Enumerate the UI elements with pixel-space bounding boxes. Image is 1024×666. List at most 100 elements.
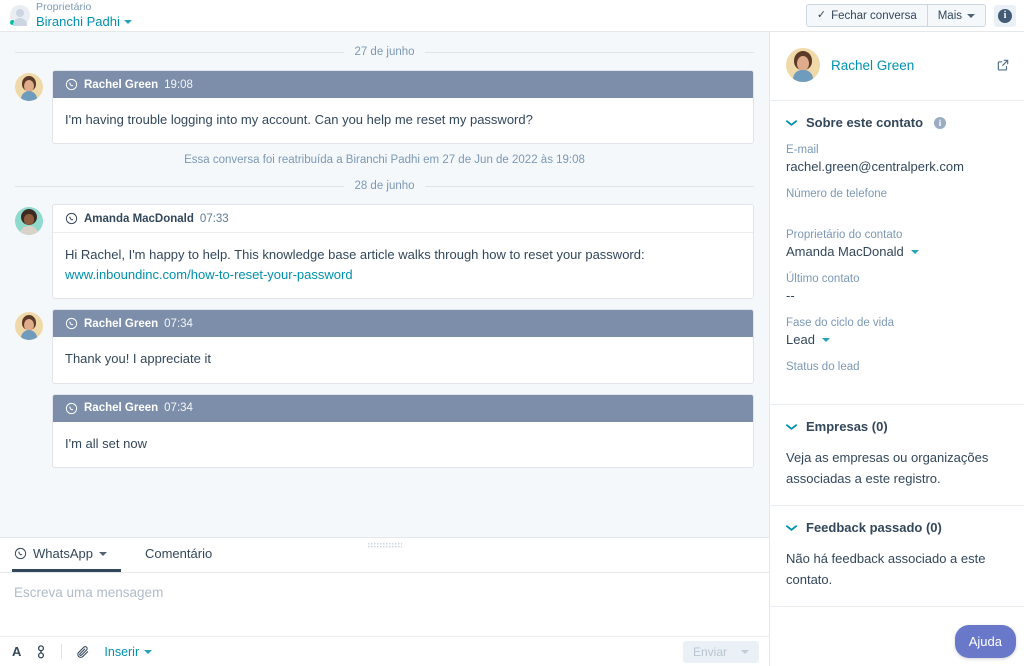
message-row: Rachel Green 07:34 I'm all set now: [15, 394, 754, 468]
message-body: Thank you! I appreciate it: [53, 337, 753, 382]
message-time: 07:34: [164, 402, 193, 414]
section-title-label: Empresas (0): [806, 419, 888, 434]
info-icon[interactable]: i: [934, 117, 946, 129]
field-contact-owner: Proprietário do contato Amanda MacDonald: [786, 229, 1008, 259]
whatsapp-icon: [65, 317, 78, 330]
avatar-spacer: [15, 397, 43, 425]
field-value[interactable]: [786, 203, 1008, 215]
message-row: Rachel Green 19:08 I'm having trouble lo…: [15, 70, 754, 144]
knowledge-base-link[interactable]: www.inboundinc.com/how-to-reset-your-pas…: [65, 267, 353, 282]
chevron-down-icon: [786, 524, 797, 532]
send-button[interactable]: Enviar: [683, 641, 759, 663]
font-format-icon[interactable]: A: [12, 644, 21, 659]
message-body: Hi Rachel, I'm happy to help. This knowl…: [53, 233, 753, 298]
field-lead-status: Status do lead: [786, 361, 1008, 388]
message-body: I'm having trouble logging into my accou…: [53, 98, 753, 143]
field-phone: Número de telefone: [786, 188, 1008, 215]
composer-toolbar: A: [0, 636, 769, 666]
whatsapp-icon: [65, 212, 78, 225]
section-description: Não há feedback associado a este contato…: [786, 548, 1008, 590]
main-body: 27 de junho Rachel Green 19:08: [0, 32, 1024, 666]
amanda-macdonald-avatar: [15, 207, 43, 235]
message-sender: Rachel Green: [84, 402, 158, 414]
owner-name-dropdown[interactable]: Biranchi Padhi: [36, 15, 132, 30]
owner-avatar: [10, 5, 30, 25]
message-time: 19:08: [164, 79, 193, 91]
field-label: Fase do ciclo de vida: [786, 317, 1008, 329]
owner-name-text: Biranchi Padhi: [36, 15, 120, 30]
message-input-placeholder: Escreva uma mensagem: [14, 585, 163, 600]
online-status-dot: [9, 19, 16, 26]
conversation-owner[interactable]: Proprietário Biranchi Padhi: [10, 0, 132, 31]
conversation-inbox: Proprietário Biranchi Padhi ✓ Fechar con…: [0, 0, 1024, 666]
section-empresas: Empresas (0) Veja as empresas ou organiz…: [770, 405, 1024, 506]
avatar: [786, 48, 820, 82]
more-actions-button[interactable]: Mais: [927, 5, 985, 26]
message-bubble: Rachel Green 07:34 I'm all set now: [52, 394, 754, 468]
help-button[interactable]: Ajuda: [955, 625, 1016, 658]
field-value[interactable]: Lead: [786, 332, 1008, 347]
message-time: 07:34: [164, 318, 193, 330]
section-header[interactable]: Sobre este contato i: [786, 115, 1008, 130]
message-thread[interactable]: 27 de junho Rachel Green 19:08: [0, 32, 769, 537]
system-note: Essa conversa foi reatribuída a Biranchi…: [15, 154, 754, 166]
chevron-down-icon: [741, 650, 749, 654]
rachel-green-avatar: [15, 312, 43, 340]
field-label: Status do lead: [786, 361, 1008, 373]
section-sobre-este-contato: Sobre este contato i E-mail rachel.green…: [770, 101, 1024, 405]
message-sender: Amanda MacDonald: [84, 213, 194, 225]
message-composer: WhatsApp Comentário Escreva uma mensagem…: [0, 537, 769, 666]
section-header[interactable]: Feedback passado (0): [786, 520, 1008, 535]
section-feedback-passado: Feedback passado (0) Não há feedback ass…: [770, 506, 1024, 607]
field-value[interactable]: rachel.green@centralperk.com: [786, 159, 1008, 174]
thread-column: 27 de junho Rachel Green 19:08: [0, 32, 770, 666]
message-header: Rachel Green 07:34: [53, 395, 753, 422]
check-icon: ✓: [817, 10, 826, 21]
contact-name-link[interactable]: Rachel Green: [831, 58, 985, 73]
message-row: Rachel Green 07:34 Thank you! I apprecia…: [15, 309, 754, 383]
field-value[interactable]: [786, 376, 1008, 388]
field-value[interactable]: --: [786, 288, 1008, 303]
field-lifecycle-stage: Fase do ciclo de vida Lead: [786, 317, 1008, 347]
message-bubble: Rachel Green 19:08 I'm having trouble lo…: [52, 70, 754, 144]
toolbar-divider: [61, 644, 62, 659]
knowledge-base-icon[interactable]: [35, 645, 47, 659]
section-header[interactable]: Empresas (0): [786, 419, 1008, 434]
resize-handle[interactable]: [368, 542, 402, 548]
chevron-down-icon: [967, 14, 975, 18]
close-conversation-label: Fechar conversa: [831, 10, 917, 22]
message-time: 07:33: [200, 213, 229, 225]
chevron-down-icon: [786, 423, 797, 431]
field-label: E-mail: [786, 144, 1008, 156]
day-separator-label: 27 de junho: [354, 46, 414, 58]
field-label: Último contato: [786, 273, 1008, 285]
field-last-contact: Último contato --: [786, 273, 1008, 303]
chevron-down-icon: [822, 338, 830, 342]
message-text: I'm all set now: [65, 436, 147, 451]
whatsapp-icon: [14, 547, 27, 560]
field-value[interactable]: Amanda MacDonald: [786, 244, 1008, 259]
tab-whatsapp-label: WhatsApp: [33, 546, 93, 561]
day-separator-label: 28 de junho: [354, 180, 414, 192]
insert-label: Inserir: [104, 645, 139, 659]
attachment-icon[interactable]: [76, 645, 90, 659]
open-record-icon[interactable]: [996, 58, 1010, 72]
top-header-actions: ✓ Fechar conversa Mais i: [806, 4, 1016, 27]
section-title-label: Feedback passado (0): [806, 520, 942, 535]
message-input[interactable]: Escreva uma mensagem: [0, 573, 769, 636]
insert-dropdown[interactable]: Inserir: [104, 645, 152, 659]
details-toggle-button[interactable]: i: [994, 5, 1016, 27]
chevron-down-icon: [99, 552, 107, 556]
message-text: Hi Rachel, I'm happy to help. This knowl…: [65, 247, 645, 262]
tab-comentario[interactable]: Comentário: [143, 538, 226, 572]
section-description: Veja as empresas ou organizações associa…: [786, 447, 1008, 489]
send-button-label: Enviar: [693, 645, 727, 659]
message-bubble: Rachel Green 07:34 Thank you! I apprecia…: [52, 309, 754, 383]
chevron-down-icon: [124, 20, 132, 24]
contact-details-panel[interactable]: Rachel Green Sobre este contato i: [770, 32, 1024, 666]
tab-whatsapp[interactable]: WhatsApp: [12, 538, 121, 572]
message-row: Amanda MacDonald 07:33 Hi Rachel, I'm ha…: [15, 204, 754, 299]
field-label: Proprietário do contato: [786, 229, 1008, 241]
field-email: E-mail rachel.green@centralperk.com: [786, 144, 1008, 174]
close-conversation-button[interactable]: ✓ Fechar conversa: [807, 5, 927, 26]
